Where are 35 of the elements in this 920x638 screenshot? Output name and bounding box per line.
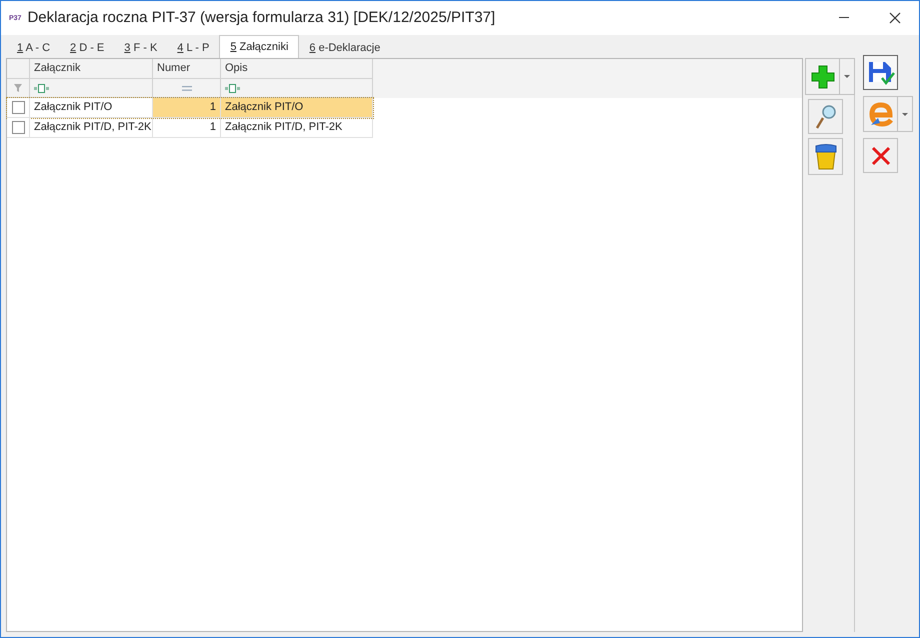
caret-icon bbox=[902, 112, 908, 116]
filter-icon[interactable] bbox=[14, 84, 22, 92]
table-row[interactable]: Załącznik PIT/D, PIT-2K 1 Załącznik PIT/D, PIT-2K bbox=[7, 118, 373, 138]
e-logo-icon bbox=[868, 101, 894, 127]
tab[interactable]: 3 F - K bbox=[114, 38, 168, 58]
tab[interactable]: 6 e-Deklaracje bbox=[299, 38, 390, 58]
table-cell: Załącznik PIT/D, PIT-2K bbox=[30, 118, 153, 138]
text-filter-icon bbox=[225, 84, 241, 92]
close-icon bbox=[870, 146, 890, 166]
tab[interactable]: 2 D - E bbox=[60, 38, 114, 58]
preview-button[interactable] bbox=[808, 99, 843, 134]
close-icon[interactable] bbox=[889, 12, 901, 24]
table-cell: Załącznik PIT/D, PIT-2K bbox=[221, 118, 373, 138]
row-checkbox[interactable] bbox=[12, 121, 24, 134]
trash-bin-icon bbox=[814, 142, 836, 170]
table-cell: Załącznik PIT/O bbox=[221, 98, 373, 118]
minimize-icon[interactable] bbox=[839, 17, 851, 19]
save-button[interactable] bbox=[863, 55, 898, 90]
table-cell: 1 bbox=[153, 98, 221, 118]
caret-icon bbox=[844, 75, 850, 78]
window-title: Deklaracja roczna PIT-37 (wersja formularza 31) [DEK/12/2025/PIT37] bbox=[27, 8, 496, 28]
table-row[interactable]: Załącznik PIT/O 1 Załącznik PIT/O bbox=[7, 98, 373, 118]
plus-icon bbox=[810, 64, 834, 88]
equals-filter-icon bbox=[182, 86, 192, 90]
table-cell: Załącznik PIT/O bbox=[30, 98, 153, 118]
cancel-button[interactable] bbox=[863, 138, 898, 173]
delete-button[interactable] bbox=[808, 138, 843, 175]
tab[interactable]: 4 L - P bbox=[167, 38, 220, 58]
table-cell: 1 bbox=[153, 118, 221, 138]
floppy-disk-icon bbox=[866, 60, 894, 86]
tab[interactable]: 1 A - C bbox=[7, 38, 60, 58]
text-filter-icon bbox=[34, 84, 50, 92]
tab[interactable]: 5 Załączniki bbox=[219, 35, 300, 58]
magnifier-icon bbox=[814, 104, 838, 130]
row-checkbox[interactable] bbox=[12, 101, 24, 114]
